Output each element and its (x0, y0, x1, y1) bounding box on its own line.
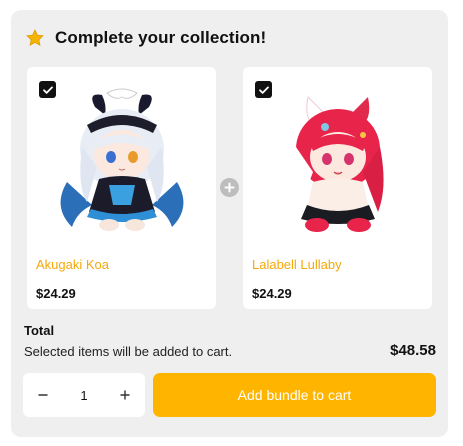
product-price: $24.29 (36, 286, 76, 301)
bundle-header: Complete your collection! (25, 28, 266, 48)
check-icon (42, 86, 53, 94)
plus-icon (120, 390, 130, 400)
total-note: Selected items will be added to cart. (24, 344, 233, 359)
decrement-button[interactable] (35, 387, 51, 403)
check-icon (258, 86, 269, 94)
quantity-stepper: 1 (23, 373, 145, 417)
product-image-akugaki-koa[interactable] (47, 87, 197, 237)
quantity-value[interactable]: 1 (80, 388, 87, 403)
product-card-akugaki-koa[interactable]: Akugaki Koa $24.29 (27, 67, 216, 309)
select-checkbox-lalabell-lullaby[interactable] (255, 81, 272, 98)
product-card-lalabell-lullaby[interactable]: Lalabell Lullaby $24.29 (243, 67, 432, 309)
increment-button[interactable] (117, 387, 133, 403)
product-name[interactable]: Akugaki Koa (36, 257, 109, 272)
bundle-panel: Complete your collection! Akugaki Koa $2… (11, 10, 448, 437)
select-checkbox-akugaki-koa[interactable] (39, 81, 56, 98)
product-name[interactable]: Lalabell Lullaby (252, 257, 342, 272)
add-bundle-to-cart-button[interactable]: Add bundle to cart (153, 373, 436, 417)
star-icon (26, 29, 44, 46)
total-label: Total (24, 323, 55, 338)
product-image-lalabell-lullaby[interactable] (263, 87, 413, 237)
minus-icon (38, 394, 48, 396)
total-amount: $48.58 (390, 342, 436, 359)
product-price: $24.29 (252, 286, 292, 301)
plus-icon (220, 178, 239, 197)
page-title: Complete your collection! (55, 28, 267, 47)
